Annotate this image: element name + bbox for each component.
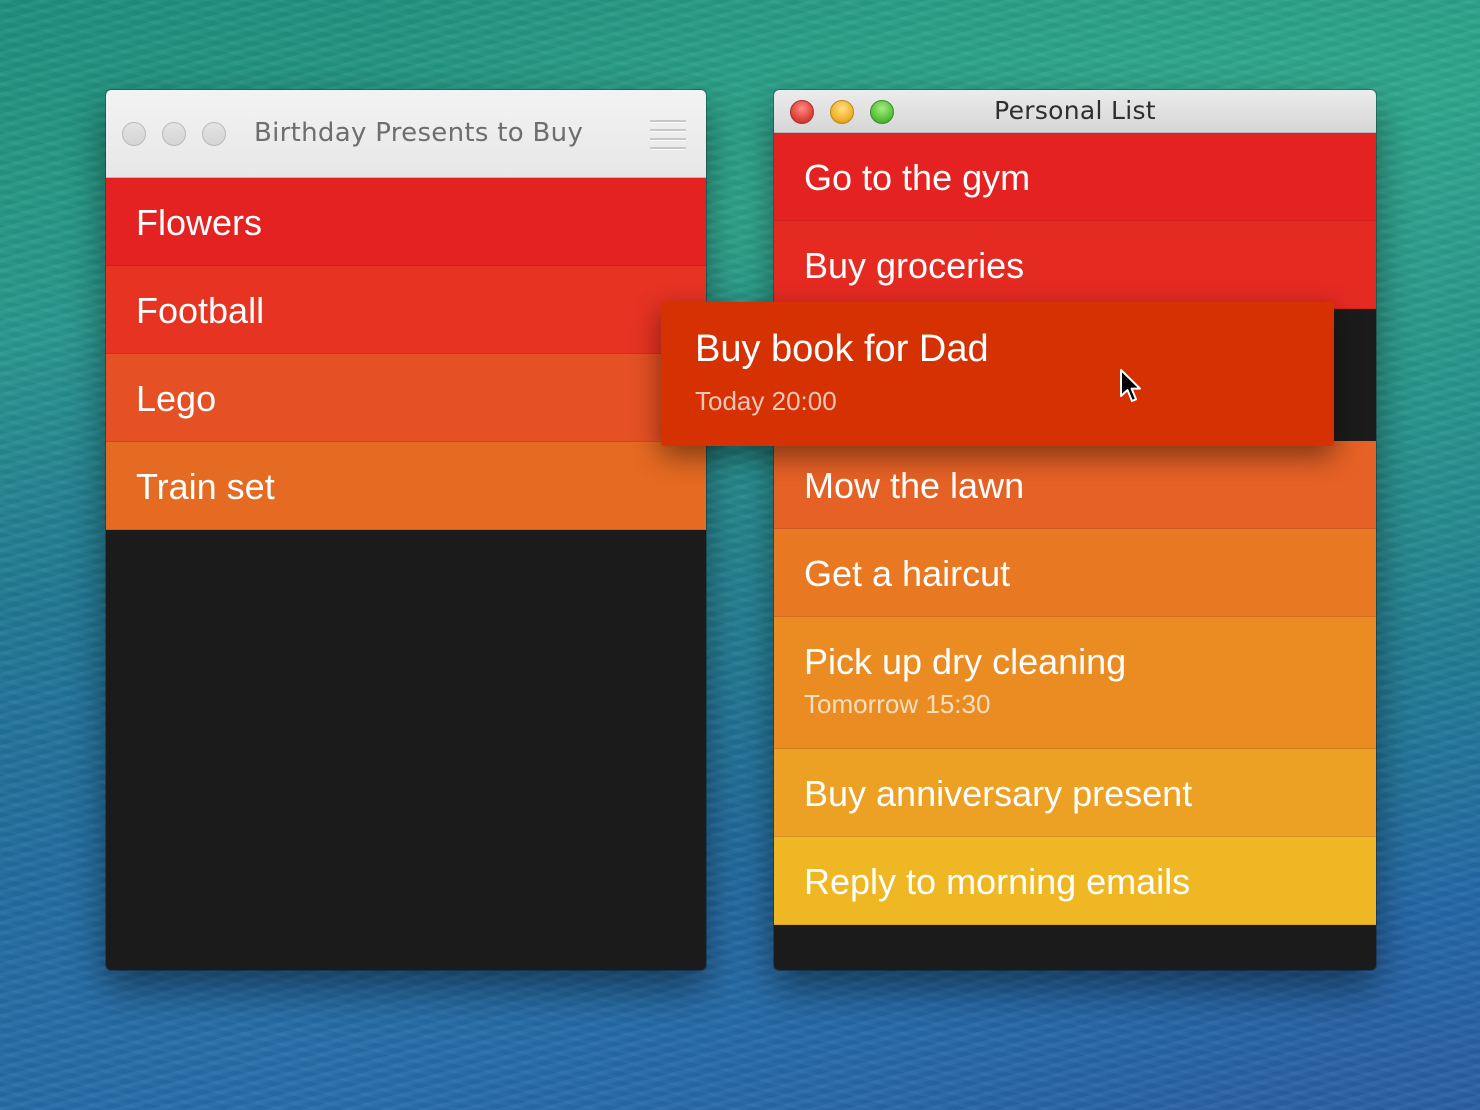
list-item-label: Football (136, 290, 265, 331)
close-button[interactable] (122, 122, 146, 146)
list-item[interactable]: Get a haircut (774, 529, 1376, 617)
list-item-label: Mow the lawn (804, 465, 1025, 506)
list-item[interactable]: Lego (106, 354, 706, 442)
minimize-button[interactable] (162, 122, 186, 146)
window-personal-list: Personal List Go to the gym Buy grocerie… (774, 90, 1376, 970)
list-item-due-date: Tomorrow 15:30 (804, 689, 991, 719)
list-item[interactable]: Pick up dry cleaning Tomorrow 15:30 (774, 617, 1376, 749)
titlebar[interactable]: Birthday Presents to Buy (106, 90, 706, 178)
dragged-list-item[interactable]: Buy book for Dad Today 20:00 (661, 302, 1334, 446)
list-item[interactable]: Buy groceries (774, 221, 1376, 309)
list-item-label: Reply to morning emails (804, 861, 1191, 902)
task-list: Flowers Football Lego Train set (106, 178, 706, 530)
list-item-label: Buy groceries (804, 245, 1025, 286)
list-item-label: Buy anniversary present (804, 773, 1193, 814)
list-item-label: Lego (136, 378, 217, 419)
list-item-label: Pick up dry cleaning (804, 641, 1127, 682)
list-item-due-date: Today 20:00 (695, 386, 837, 416)
window-controls (122, 122, 226, 146)
zoom-button[interactable] (202, 122, 226, 146)
hamburger-menu-icon[interactable] (650, 120, 686, 150)
list-item[interactable]: Buy anniversary present (774, 749, 1376, 837)
task-list: Go to the gym Buy groceries Mow the lawn… (774, 133, 1376, 925)
mouse-pointer-icon (1120, 369, 1141, 402)
list-item[interactable]: Flowers (106, 178, 706, 266)
window-title: Birthday Presents to Buy (254, 118, 584, 148)
list-item-label: Train set (136, 466, 275, 507)
window-birthday-presents: Birthday Presents to Buy Flowers Footbal… (106, 90, 706, 970)
list-item-label: Go to the gym (804, 157, 1031, 198)
list-item[interactable]: Train set (106, 442, 706, 530)
list-item[interactable]: Reply to morning emails (774, 837, 1376, 925)
titlebar[interactable]: Personal List (774, 90, 1376, 133)
list-item-label: Get a haircut (804, 553, 1011, 594)
list-item-label: Buy book for Dad (695, 328, 989, 370)
window-title: Personal List (994, 96, 1156, 125)
list-item[interactable]: Football (106, 266, 706, 354)
list-item-label: Flowers (136, 202, 263, 243)
list-item[interactable]: Go to the gym (774, 133, 1376, 221)
list-item[interactable]: Mow the lawn (774, 441, 1376, 529)
